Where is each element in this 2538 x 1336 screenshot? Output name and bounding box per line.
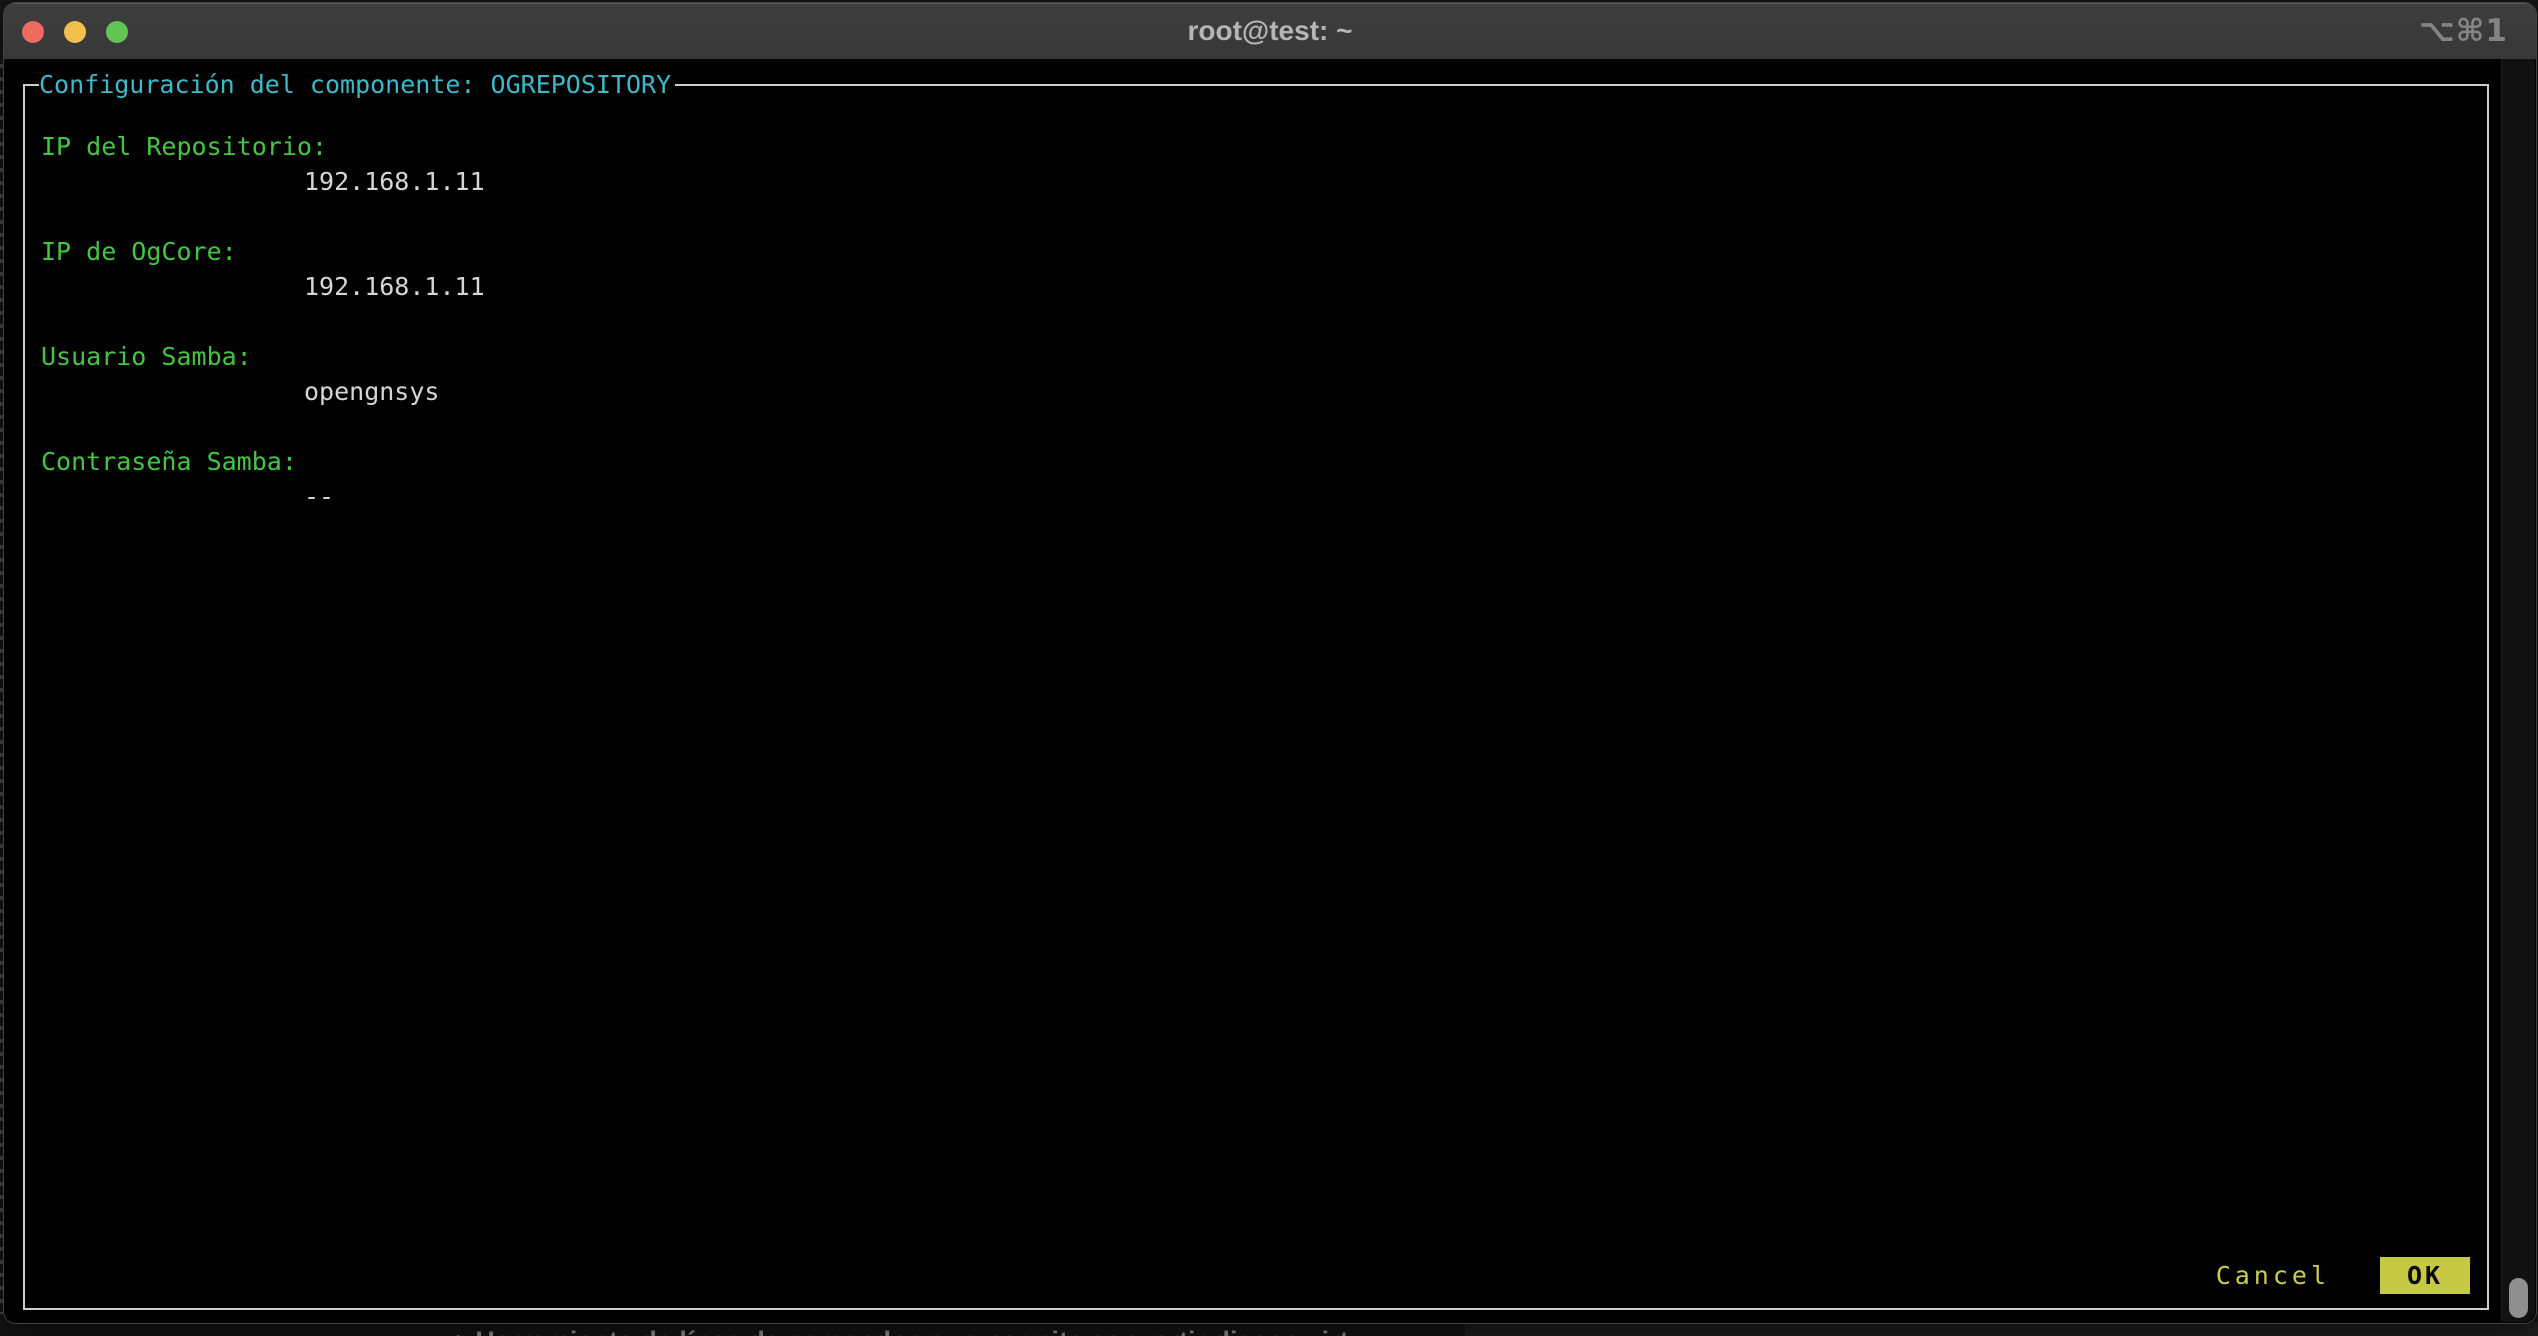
terminal-content: Configuración del componente: OGREPOSITO…	[4, 59, 2536, 1323]
field-label-samba-password: Contraseña Samba:	[41, 444, 297, 479]
dialog-title: Configuración del componente: OGREPOSITO…	[39, 67, 675, 102]
field-input-samba-user[interactable]: opengnsys	[304, 374, 439, 409]
field-label-samba-user: Usuario Samba:	[41, 339, 252, 374]
field-label-ogcore-ip: IP de OgCore:	[41, 234, 237, 269]
ok-button[interactable]: OK	[2380, 1257, 2470, 1294]
cancel-button[interactable]: Cancel	[2210, 1260, 2336, 1291]
scrollbar-track[interactable]	[2501, 59, 2535, 1322]
field-label-repository-ip: IP del Repositorio:	[41, 129, 327, 164]
window-title: root@test: ~	[4, 3, 2536, 59]
scrollbar-thumb[interactable]	[2509, 1278, 2528, 1318]
background-list-text: Herramienta de línea de comandos que per…	[475, 1326, 1365, 1336]
background-window-panel	[1465, 1322, 2538, 1336]
background-list-item: • Herramienta de línea de comandos que pe…	[455, 1323, 1365, 1336]
titlebar: root@test: ~ ⌥⌘1	[4, 3, 2536, 61]
field-input-ogcore-ip[interactable]: 192.168.1.11	[304, 269, 485, 304]
background-window-strip: • Herramienta de línea de comandos que pe…	[0, 1322, 2538, 1336]
config-dialog: Configuración del componente: OGREPOSITO…	[23, 84, 2489, 1310]
field-input-samba-password[interactable]: --	[304, 479, 334, 514]
dialog-buttons: Cancel OK	[2210, 1257, 2470, 1294]
terminal-window: root@test: ~ ⌥⌘1 Configuración del compo…	[3, 2, 2537, 1324]
list-bullet-icon: •	[455, 1328, 461, 1336]
keyboard-shortcut-badge: ⌥⌘1	[2419, 3, 2508, 59]
field-input-repository-ip[interactable]: 192.168.1.11	[304, 164, 485, 199]
